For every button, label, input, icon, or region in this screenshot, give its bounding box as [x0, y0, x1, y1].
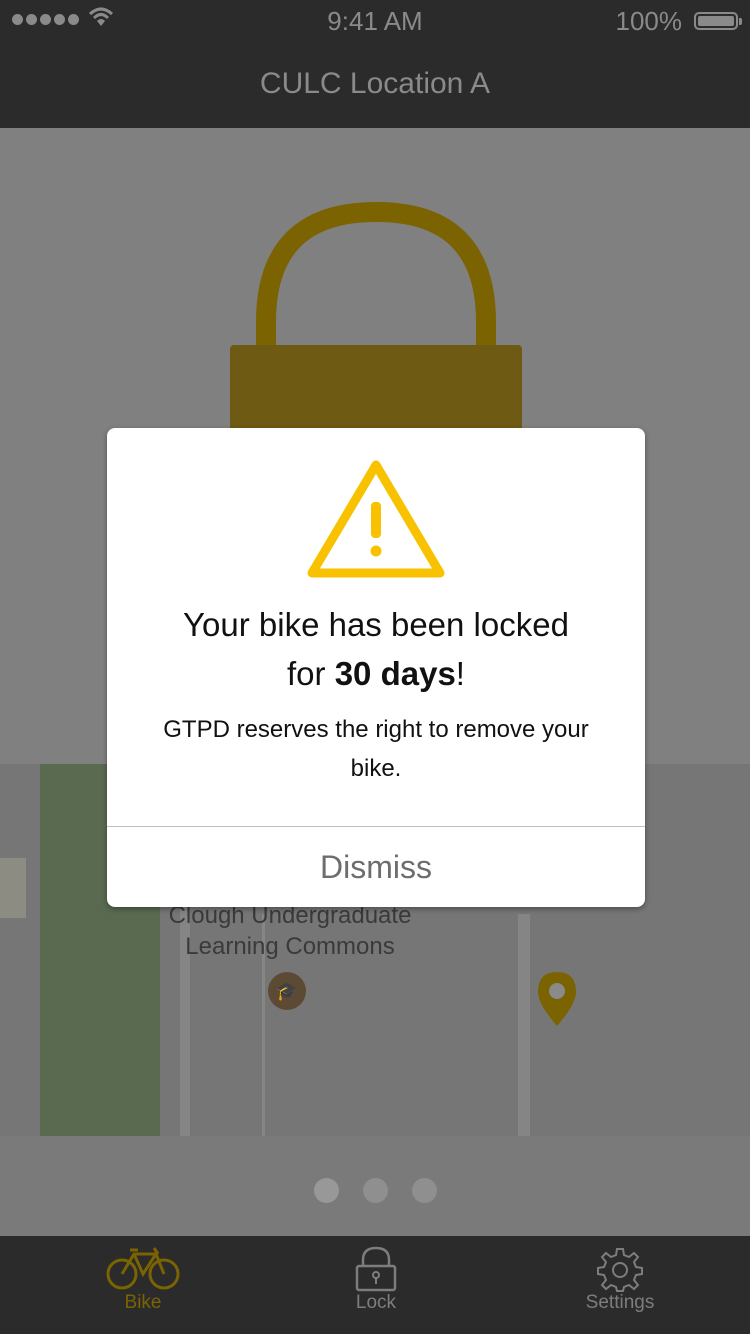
- tab-bar: Bike Lock Settings: [0, 1236, 750, 1334]
- page-indicator: [0, 1136, 750, 1236]
- dialog-title-line-1: Your bike has been locked: [183, 606, 569, 643]
- dialog-message: GTPD reserves the right to remove your b…: [163, 716, 589, 782]
- page-dot[interactable]: [363, 1178, 388, 1203]
- page-dot[interactable]: [412, 1178, 437, 1203]
- graduation-cap-icon[interactable]: 🎓: [268, 972, 306, 1010]
- dialog-title-for: for: [287, 655, 335, 692]
- map-building-label: Clough Undergraduate Learning Commons: [150, 900, 430, 962]
- page-title: CULC Location A: [259, 67, 491, 100]
- warning-icon: [307, 460, 445, 578]
- tab-bike-label: Bike: [124, 1292, 162, 1313]
- gear-icon: [597, 1248, 643, 1292]
- map-road: [518, 914, 530, 1136]
- dialog-title-suffix: !: [455, 655, 465, 692]
- bike-icon: [106, 1247, 180, 1290]
- page-dot[interactable]: [314, 1178, 339, 1203]
- dialog-title: Your bike has been locked for 30 days!: [127, 600, 625, 698]
- battery-icon: [694, 12, 742, 30]
- navigation-bar: CULC Location A: [0, 40, 750, 128]
- battery-percentage: 100%: [615, 6, 683, 36]
- dismiss-button[interactable]: Dismiss: [107, 827, 645, 907]
- tab-settings[interactable]: Settings: [540, 1236, 700, 1334]
- tab-lock-label: Lock: [355, 1292, 397, 1313]
- dialog-title-line-2: for 30 days!: [127, 649, 625, 698]
- map-pin-icon[interactable]: [536, 970, 578, 1028]
- dialog-title-emphasis: 30 days: [334, 655, 456, 692]
- status-bar: 9:41 AM 100%: [0, 0, 750, 40]
- alert-dialog: Your bike has been locked for 30 days! G…: [107, 428, 645, 907]
- tab-lock[interactable]: Lock: [296, 1236, 456, 1334]
- tab-settings-label: Settings: [585, 1292, 655, 1313]
- map-label-line-2: Learning Commons: [185, 933, 395, 960]
- map-building: [0, 858, 26, 918]
- tab-bike[interactable]: Bike: [63, 1236, 223, 1334]
- lock-icon: [355, 1246, 397, 1292]
